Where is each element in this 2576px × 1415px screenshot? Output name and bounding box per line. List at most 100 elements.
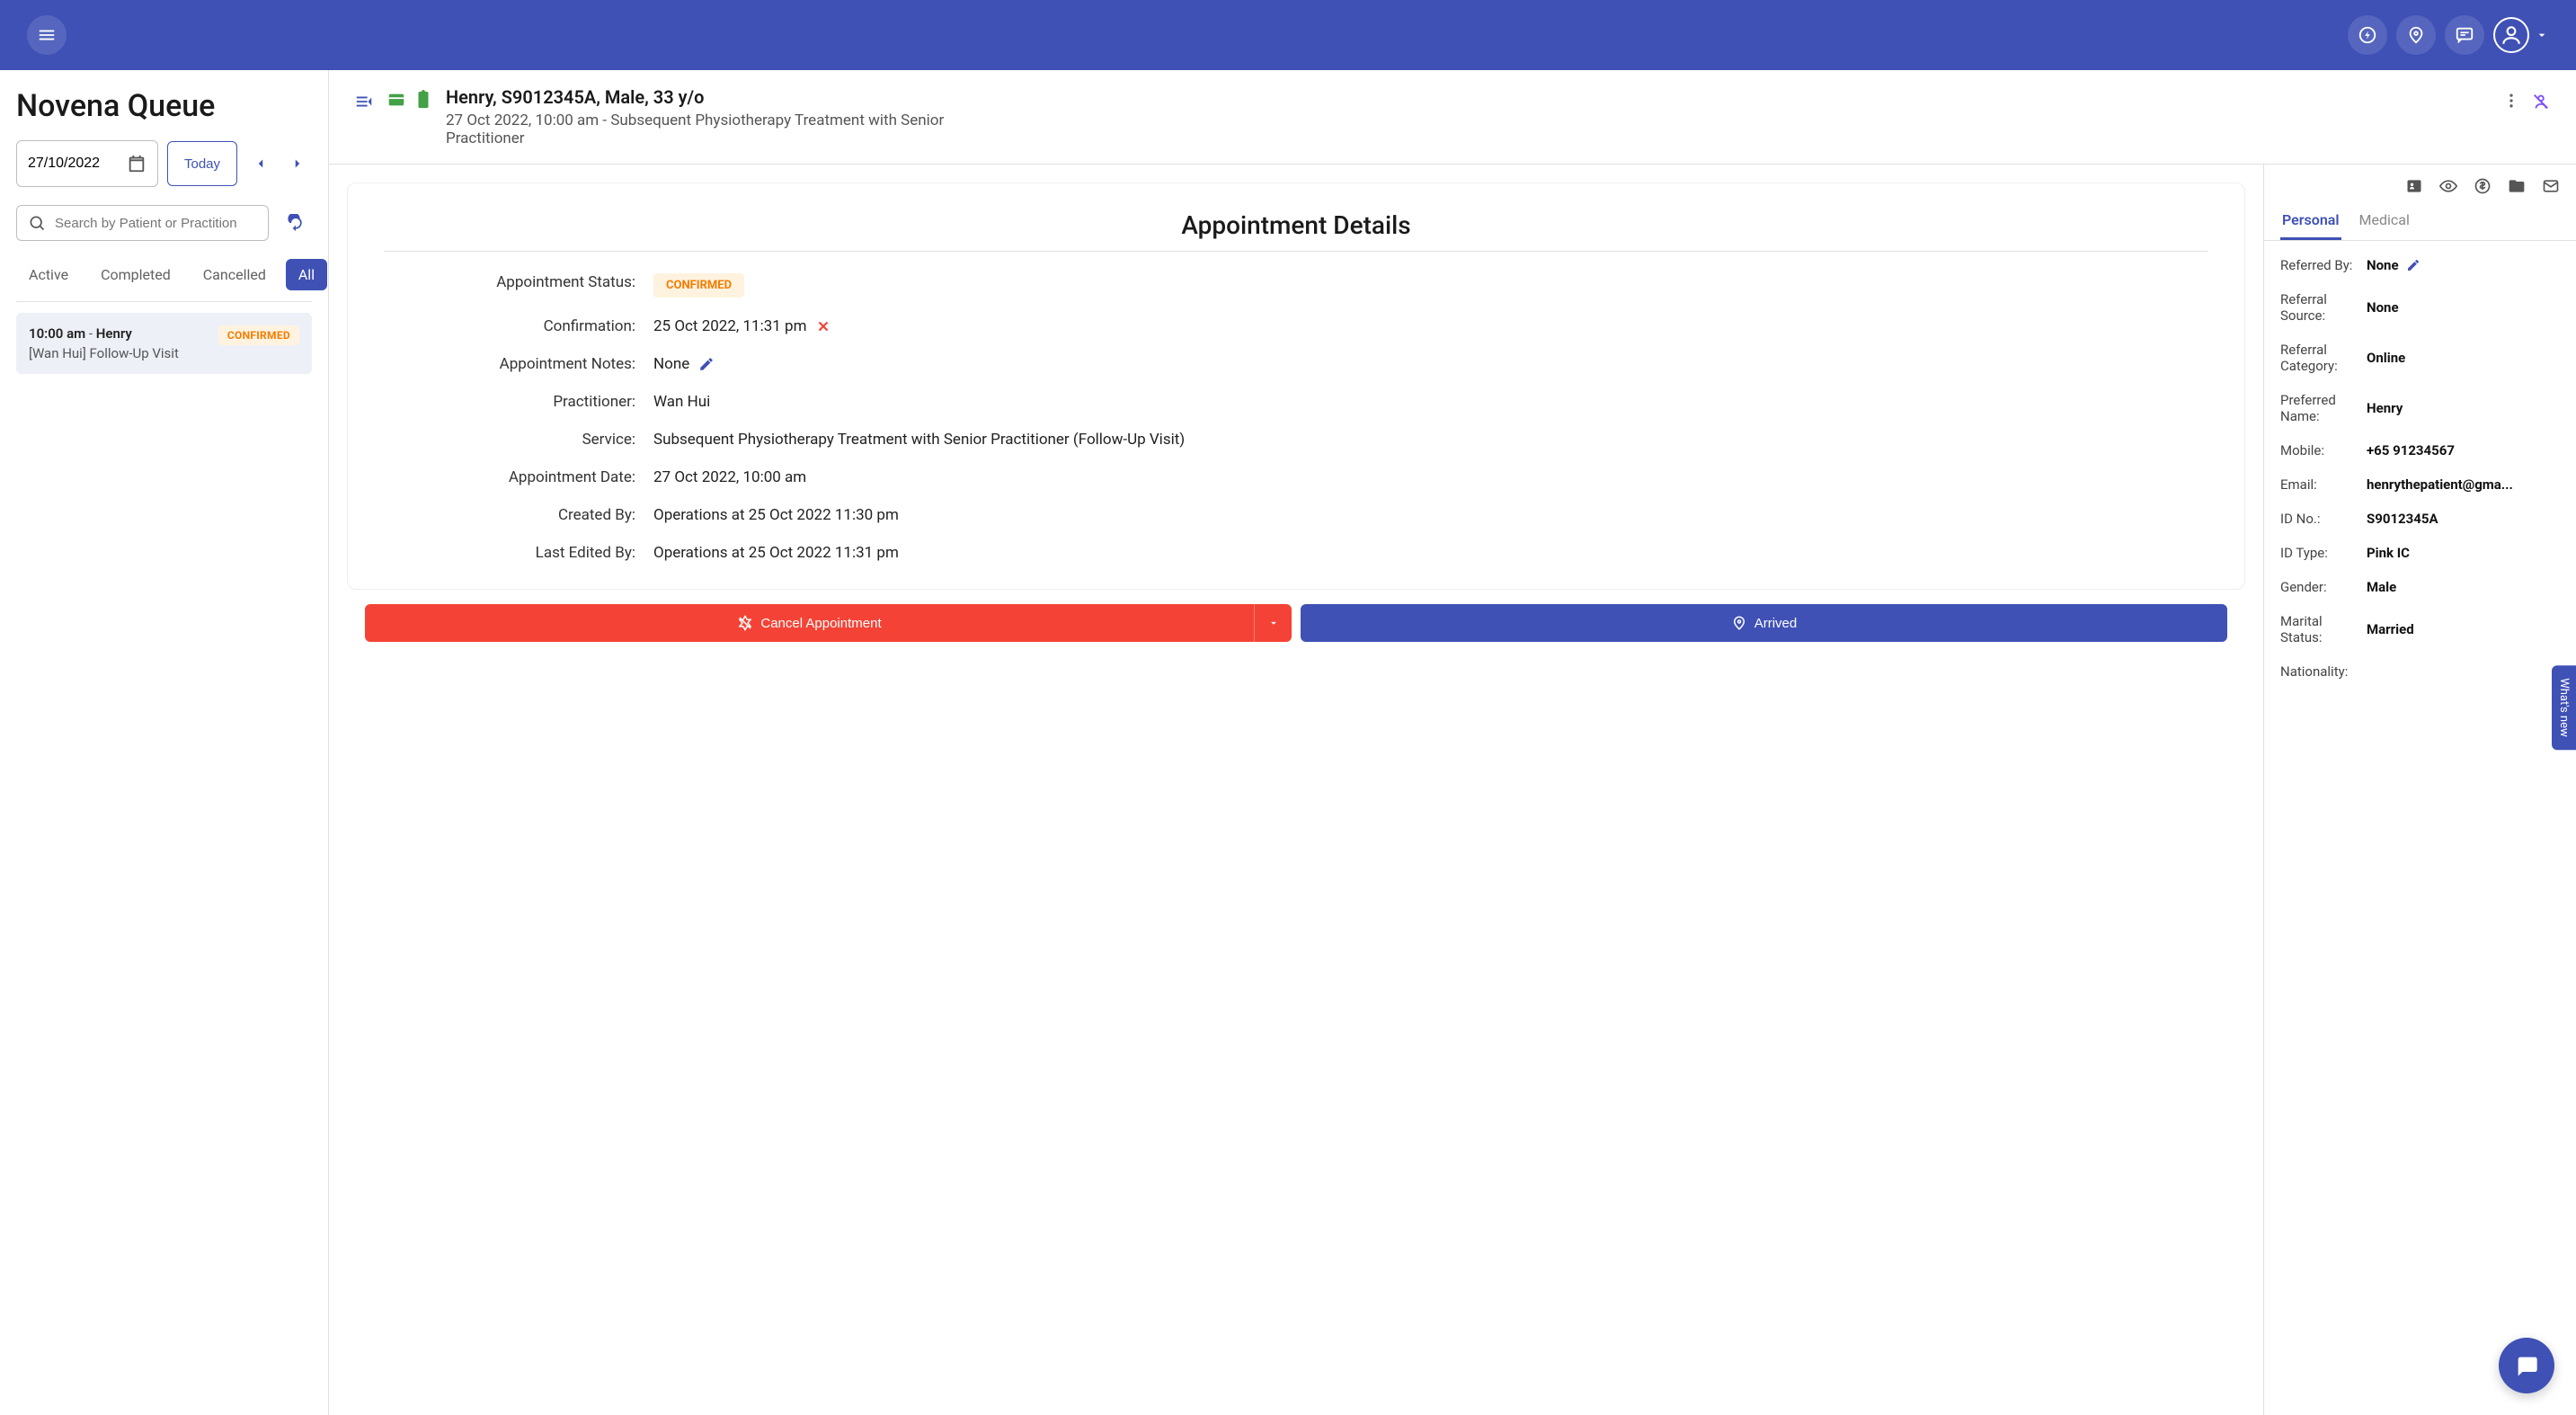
info-value: Henry (2367, 392, 2560, 424)
detail-label: Service: (384, 431, 653, 449)
info-value: None (2367, 291, 2560, 324)
detail-label: Last Edited By: (384, 544, 653, 562)
person-off-button[interactable] (2531, 92, 2551, 147)
edit-icon[interactable] (2406, 258, 2421, 272)
close-icon[interactable] (815, 318, 831, 334)
search-input[interactable] (55, 216, 257, 231)
info-label: Referral Source: (2280, 291, 2367, 324)
more-menu-button[interactable] (2502, 92, 2520, 147)
info-label: ID Type: (2280, 545, 2367, 561)
info-value: Pink IC (2367, 545, 2560, 561)
notes-value: None (653, 355, 689, 373)
prev-day-button[interactable] (246, 147, 274, 180)
messages-button[interactable] (2445, 15, 2484, 55)
patient-header: Henry, S9012345A, Male, 33 y/o 27 Oct 20… (329, 70, 2576, 165)
cancel-dropdown-button[interactable] (1254, 604, 1292, 642)
chevron-right-icon (289, 156, 306, 172)
id-card-icon[interactable] (2405, 177, 2423, 195)
info-tab-personal[interactable]: Personal (2280, 202, 2341, 240)
queue-item-sub: [Wan Hui] Follow-Up Visit (29, 345, 179, 361)
patient-name-line: Henry, S9012345A, Male, 33 y/o (446, 86, 2490, 108)
queue-sidebar: Novena Queue Today Active (0, 70, 329, 1415)
menu-icon (37, 25, 57, 45)
info-label: ID No.: (2280, 511, 2367, 527)
info-field: ID No.:S9012345A (2280, 511, 2560, 527)
queue-item[interactable]: 10:00 am - Henry [Wan Hui] Follow-Up Vis… (16, 313, 312, 374)
more-vert-icon (2502, 92, 2520, 110)
date-picker[interactable] (16, 140, 158, 187)
queue-item-patient: Henry (96, 325, 132, 342)
info-field: Marital Status:Married (2280, 613, 2560, 645)
appointment-details-card: Appointment Details Appointment Status: … (347, 182, 2245, 590)
confirmation-value: 25 Oct 2022, 11:31 pm (653, 317, 806, 335)
info-value: +65 91234567 (2367, 442, 2560, 458)
info-field: Referred By:None (2280, 257, 2560, 273)
info-label: Referred By: (2280, 257, 2367, 273)
info-label: Email: (2280, 476, 2367, 493)
date-value: 27 Oct 2022, 10:00 am (653, 468, 2208, 486)
info-label: Marital Status: (2280, 613, 2367, 645)
tab-cancelled[interactable]: Cancelled (191, 259, 279, 290)
folder-icon[interactable] (2508, 177, 2526, 195)
status-badge: CONFIRMED (653, 273, 744, 298)
bolt-icon (2358, 25, 2377, 45)
date-input-field[interactable] (28, 156, 118, 172)
info-label: Preferred Name: (2280, 392, 2367, 424)
cancel-appointment-button[interactable]: Cancel Appointment (365, 604, 1254, 642)
arrived-button[interactable]: Arrived (1301, 604, 2227, 642)
info-field: Mobile:+65 91234567 (2280, 442, 2560, 458)
tab-all[interactable]: All (286, 259, 327, 290)
profile-menu[interactable] (2493, 17, 2549, 53)
chevron-down-icon (2535, 28, 2549, 42)
mail-icon[interactable] (2542, 177, 2560, 195)
collapse-sidebar-button[interactable] (354, 86, 374, 147)
edited-value: Operations at 25 Oct 2022 11:31 pm (653, 544, 2208, 562)
info-value: Online (2367, 342, 2560, 374)
pin-icon (1731, 615, 1747, 631)
detail-label: Appointment Notes: (384, 355, 653, 373)
calendar-icon (127, 154, 147, 174)
info-field: Referral Source:None (2280, 291, 2560, 324)
info-label: Gender: (2280, 579, 2367, 595)
whats-new-tab[interactable]: What's new (2552, 665, 2576, 750)
chevron-left-icon (253, 156, 269, 172)
info-label: Mobile: (2280, 442, 2367, 458)
info-value: Male (2367, 579, 2560, 595)
tab-active[interactable]: Active (16, 259, 81, 290)
details-column: Appointment Details Appointment Status: … (329, 165, 2263, 1415)
refresh-button[interactable] (280, 207, 312, 239)
search-box[interactable] (16, 205, 269, 241)
today-button[interactable]: Today (167, 141, 237, 186)
queue-tabs: Active Completed Cancelled All (16, 259, 312, 302)
patient-sub-line: 27 Oct 2022, 10:00 am - Subsequent Physi… (446, 111, 949, 147)
cancel-icon (737, 615, 753, 631)
info-field: Preferred Name:Henry (2280, 392, 2560, 424)
info-value (2367, 663, 2560, 680)
page-title: Novena Queue (16, 88, 312, 124)
clipboard-icon (413, 90, 433, 110)
info-tab-medical[interactable]: Medical (2358, 202, 2412, 240)
eye-icon[interactable] (2439, 177, 2457, 195)
location-button[interactable] (2396, 15, 2436, 55)
chat-fab[interactable] (2499, 1338, 2554, 1393)
caret-down-icon (1267, 617, 1280, 629)
info-label: Nationality: (2280, 663, 2367, 680)
collapse-icon (354, 92, 374, 111)
bolt-button[interactable] (2348, 15, 2387, 55)
chat-icon (2455, 25, 2474, 45)
next-day-button[interactable] (284, 147, 312, 180)
topbar (0, 0, 2576, 70)
location-icon (2406, 25, 2426, 45)
info-field: ID Type:Pink IC (2280, 545, 2560, 561)
edit-icon[interactable] (698, 356, 715, 372)
patient-info-panel: Personal Medical Referred By:NoneReferra… (2263, 165, 2576, 1415)
info-field: Nationality: (2280, 663, 2560, 680)
dollar-icon[interactable] (2474, 177, 2492, 195)
hamburger-menu-button[interactable] (27, 15, 67, 55)
practitioner-value: Wan Hui (653, 393, 2208, 411)
detail-label: Appointment Date: (384, 468, 653, 486)
created-value: Operations at 25 Oct 2022 11:30 pm (653, 506, 2208, 524)
info-field: Gender:Male (2280, 579, 2560, 595)
tab-completed[interactable]: Completed (88, 259, 183, 290)
avatar-icon (2493, 17, 2529, 53)
